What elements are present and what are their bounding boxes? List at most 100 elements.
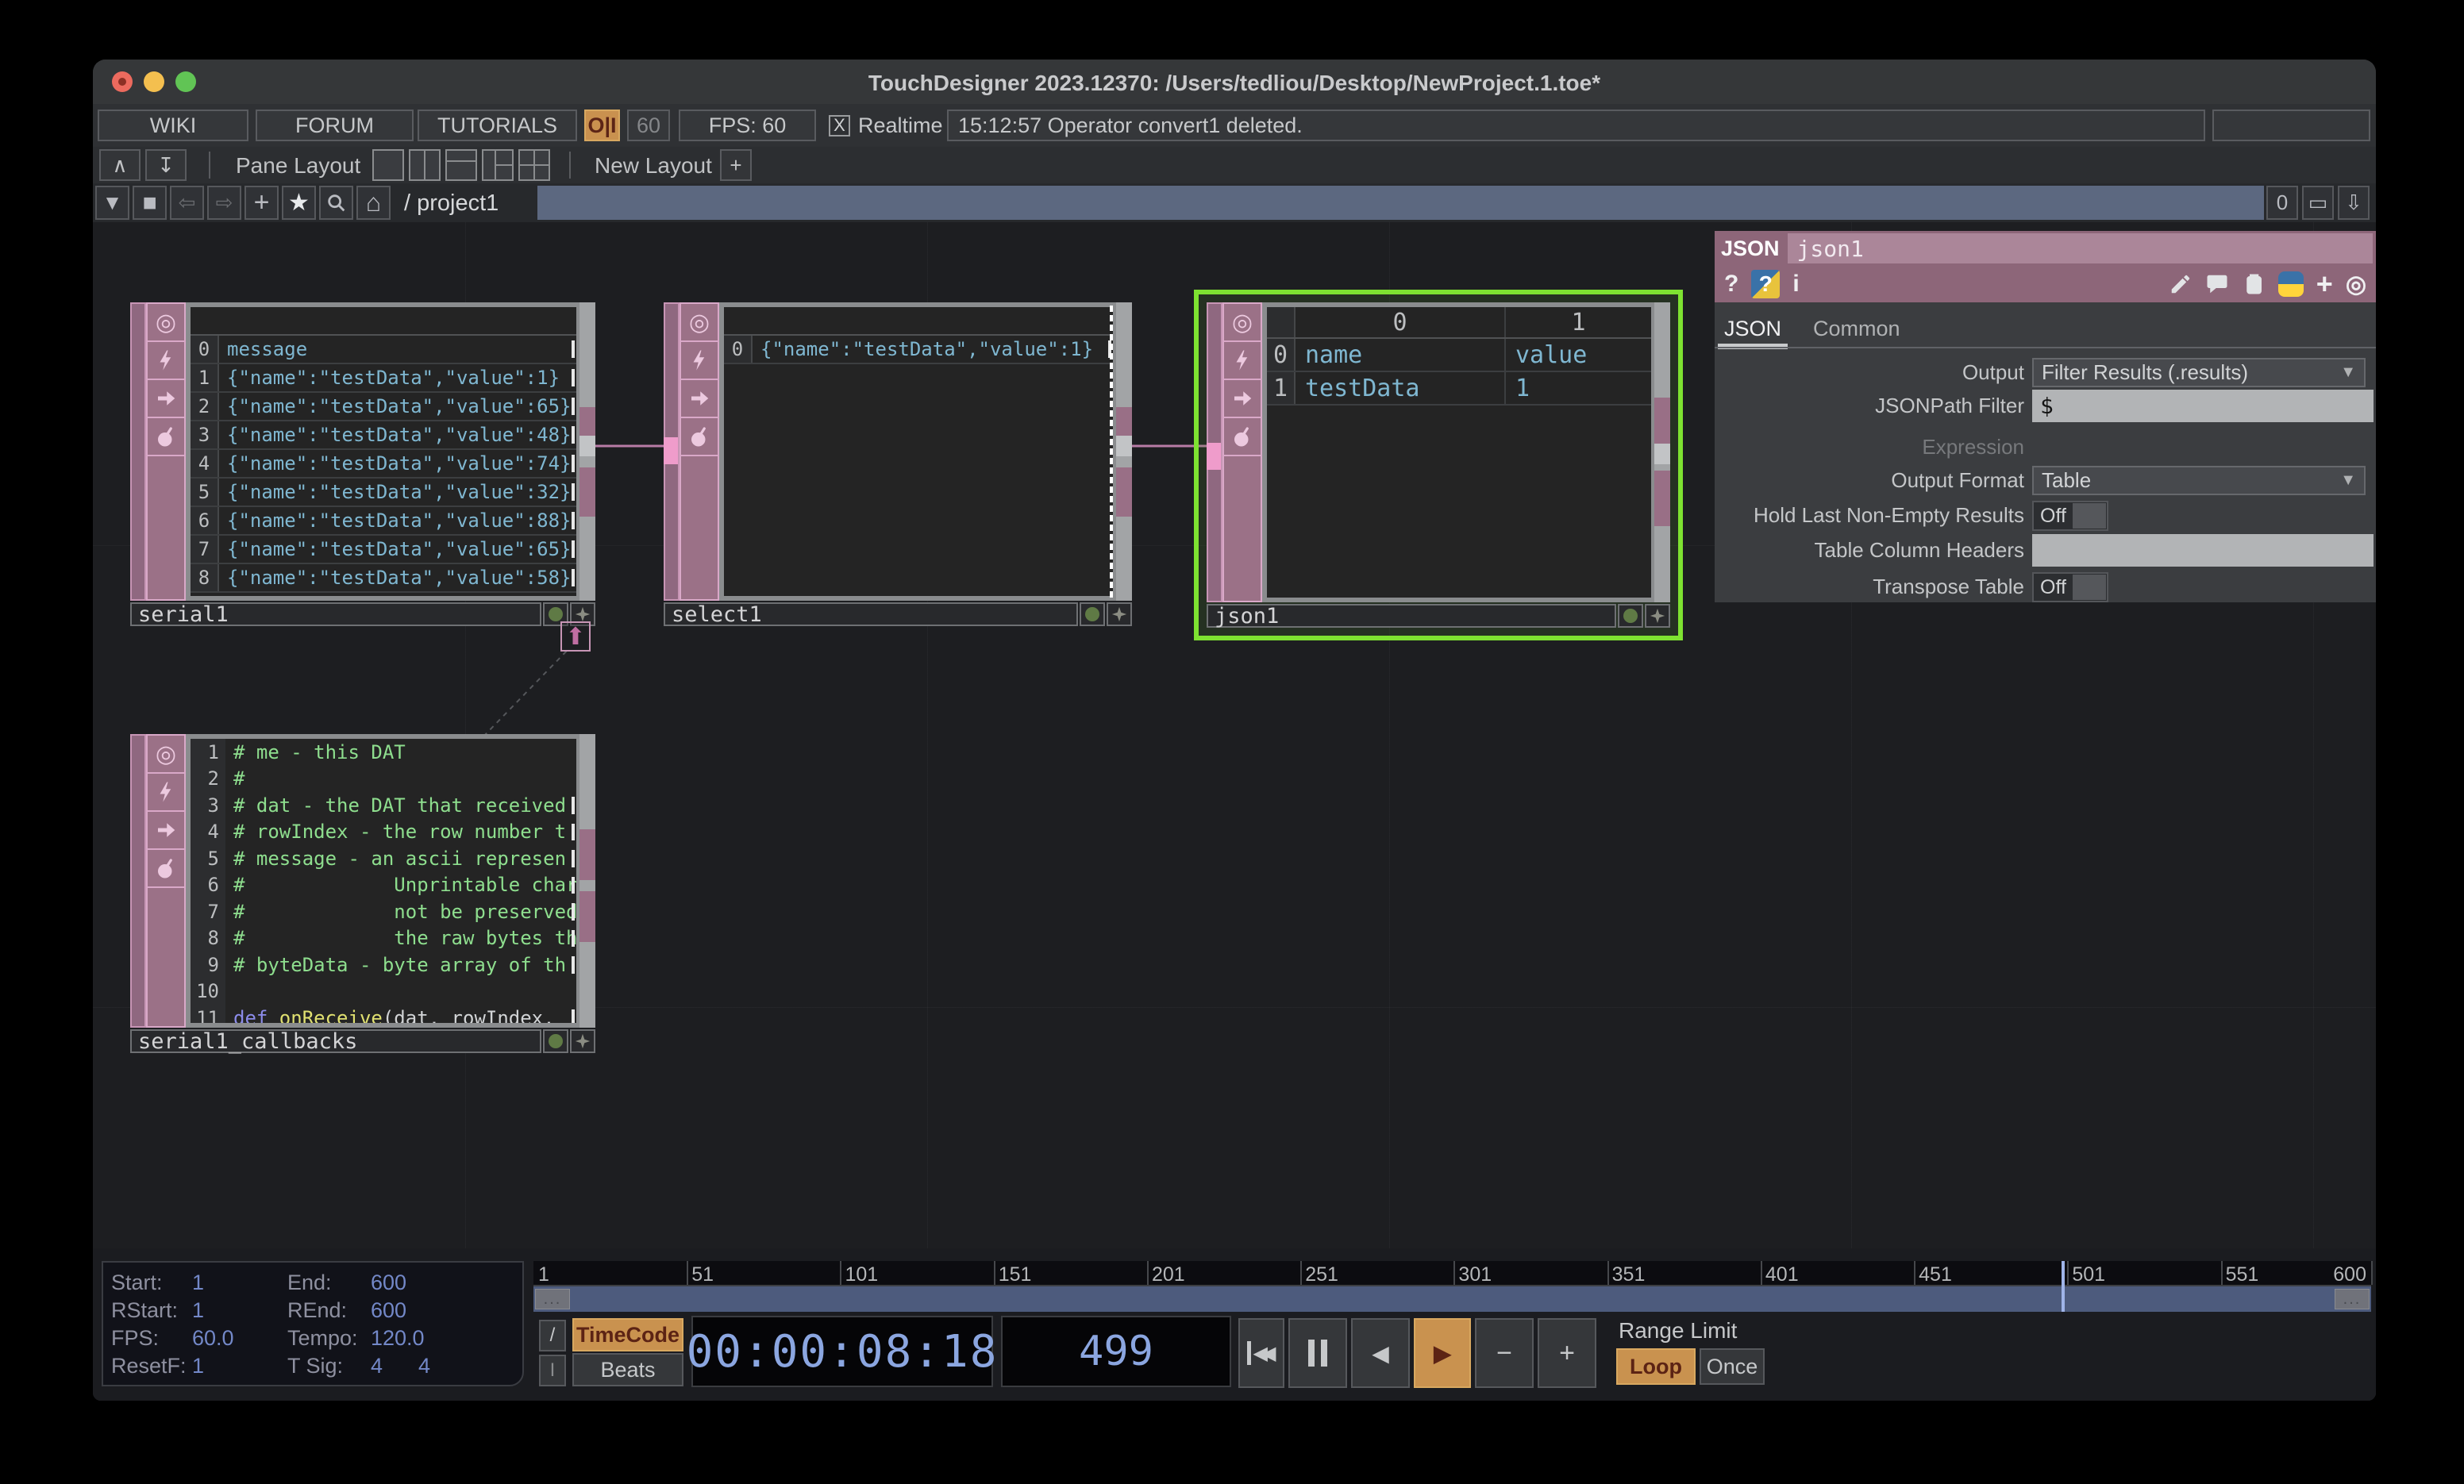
fps-alt-button[interactable]: 60	[627, 110, 670, 141]
play-button[interactable]: ▶	[1414, 1318, 1471, 1388]
lock-icon[interactable]	[1224, 418, 1261, 456]
i-display-button[interactable]: I	[539, 1355, 566, 1386]
lock-icon[interactable]	[148, 850, 184, 888]
docked-dat-indicator[interactable]: ⬆	[560, 621, 591, 652]
timeline-range-band[interactable]: ... ...	[533, 1286, 2371, 1312]
viewer-toggle-icon[interactable]: ◎	[148, 736, 184, 774]
forward-button[interactable]: ⇨	[207, 186, 241, 220]
hold-last-toggle[interactable]: Off	[2032, 501, 2108, 531]
network-editor[interactable]: ◎ 0message1{"name":"testData","value":1}…	[93, 222, 2376, 1248]
range-start-handle[interactable]: ...	[535, 1289, 570, 1309]
search-button[interactable]	[319, 186, 353, 220]
bypass-icon[interactable]	[681, 342, 718, 380]
layout-four-pane-button[interactable]	[518, 149, 550, 181]
slash-display-button[interactable]: /	[539, 1320, 566, 1351]
bookmark-button[interactable]: ★	[282, 186, 316, 220]
target-button[interactable]: ◎	[2346, 271, 2366, 298]
play-reverse-button[interactable]: ◀	[1351, 1318, 1410, 1388]
star-flag[interactable]	[1107, 602, 1132, 626]
dock-arrow-icon[interactable]	[1224, 380, 1261, 418]
wiki-button[interactable]: WIKI	[98, 110, 248, 141]
home-button[interactable]: ⌂	[356, 186, 391, 220]
layout-single-button[interactable]	[372, 149, 404, 181]
jump-to-start-button[interactable]: ◀◀	[1238, 1318, 1284, 1388]
save-layout-button[interactable]: ↧	[145, 149, 187, 181]
node-name-label[interactable]: serial1	[130, 602, 541, 626]
pause-button[interactable]	[1288, 1318, 1347, 1388]
dock-arrow-icon[interactable]	[681, 380, 718, 418]
help-button[interactable]: ?	[1724, 271, 1738, 298]
stop-button[interactable]: ■	[133, 186, 167, 220]
step-back-button[interactable]: −	[1475, 1318, 1534, 1388]
node-name-label[interactable]: json1	[1207, 604, 1616, 628]
viewer-flag[interactable]	[1618, 604, 1643, 628]
python-mode-button[interactable]	[2278, 271, 2304, 297]
fps-display[interactable]: FPS: 60	[679, 110, 816, 141]
oi-midi-button[interactable]: O|I	[584, 110, 620, 141]
tab-common[interactable]: Common	[1813, 317, 1900, 341]
viewer-toggle-icon[interactable]: ◎	[681, 304, 718, 342]
bypass-icon[interactable]	[1224, 342, 1261, 380]
comment-button[interactable]	[2205, 272, 2229, 296]
breadcrumb[interactable]: / project1	[404, 190, 499, 217]
star-flag[interactable]	[1645, 604, 1670, 628]
table-column-headers-input[interactable]	[2032, 534, 2374, 567]
transpose-toggle[interactable]: Off	[2032, 572, 2108, 602]
maximize-viewer-button[interactable]: ▭	[2302, 186, 2334, 220]
input-connector[interactable]	[1207, 443, 1221, 470]
edit-pencil-button[interactable]	[2169, 272, 2193, 296]
playhead[interactable]	[2062, 1261, 2065, 1312]
star-flag[interactable]	[570, 1029, 595, 1053]
jsonpath-filter-input[interactable]: $	[2032, 390, 2374, 422]
node-json1[interactable]: ◎ 01 0namevalue1testData1	[1207, 302, 1670, 628]
output-connector[interactable]	[1116, 436, 1132, 456]
step-forward-button[interactable]: +	[1538, 1318, 1596, 1388]
bypass-icon[interactable]	[148, 342, 184, 380]
output-dropdown[interactable]: Filter Results (.results)▼	[2032, 358, 2366, 387]
child-count-button[interactable]: 0	[2266, 186, 2298, 220]
scrollbar[interactable]	[579, 734, 595, 1028]
loop-button[interactable]: Loop	[1616, 1348, 1696, 1385]
viewer-toggle-icon[interactable]: ◎	[148, 304, 184, 342]
scrollbar[interactable]	[579, 302, 595, 601]
node-select1[interactable]: ◎ 0{"name":"testData","value":1}	[664, 302, 1132, 626]
output-format-dropdown[interactable]: Table▼	[2032, 466, 2366, 495]
path-field[interactable]	[537, 186, 2264, 220]
dock-arrow-icon[interactable]	[148, 380, 184, 418]
viewer-flag[interactable]	[543, 1029, 568, 1053]
info-button[interactable]: i	[1792, 271, 1799, 298]
node-serial1[interactable]: ◎ 0message1{"name":"testData","value":1}…	[130, 302, 595, 626]
tutorials-button[interactable]: TUTORIALS	[418, 110, 577, 141]
viewer-flag[interactable]	[1080, 602, 1105, 626]
back-button[interactable]: ⇦	[170, 186, 204, 220]
add-operator-button[interactable]: +	[244, 186, 279, 220]
once-button[interactable]: Once	[1700, 1348, 1765, 1385]
lock-icon[interactable]	[148, 418, 184, 456]
forum-button[interactable]: FORUM	[256, 110, 414, 141]
layout-split-vertical-button[interactable]	[409, 149, 441, 181]
timeline-ruler[interactable]: 151101151201251301351401451501551600	[533, 1261, 2371, 1286]
add-layout-button[interactable]: +	[720, 149, 752, 181]
scrollbar[interactable]	[1116, 302, 1132, 601]
viewer-toggle-icon[interactable]: ◎	[1224, 304, 1261, 342]
timecode-mode-button[interactable]: TimeCode	[572, 1318, 683, 1351]
output-connector[interactable]	[1654, 444, 1670, 464]
maximize-pane-button[interactable]: ∧	[99, 149, 141, 181]
layout-three-pane-button[interactable]	[482, 149, 514, 181]
realtime-toggle[interactable]: X Realtime	[829, 110, 943, 141]
input-connector[interactable]	[664, 437, 678, 464]
bypass-icon[interactable]	[148, 774, 184, 812]
network-menu-button[interactable]: ▼	[95, 186, 129, 220]
python-help-button[interactable]: ?	[1751, 270, 1780, 298]
op-name-field[interactable]: json1	[1788, 233, 2373, 263]
output-connector[interactable]	[579, 436, 595, 456]
node-name-label[interactable]: serial1_callbacks	[130, 1029, 541, 1053]
scrollbar[interactable]	[1654, 302, 1670, 602]
beats-mode-button[interactable]: Beats	[572, 1353, 683, 1386]
collapse-button[interactable]: ⇩	[2338, 186, 2370, 220]
copy-parameters-button[interactable]	[2242, 272, 2266, 296]
layout-split-horizontal-button[interactable]	[445, 149, 477, 181]
lock-icon[interactable]	[681, 418, 718, 456]
add-parameter-button[interactable]: +	[2316, 267, 2333, 301]
node-name-label[interactable]: select1	[664, 602, 1078, 626]
